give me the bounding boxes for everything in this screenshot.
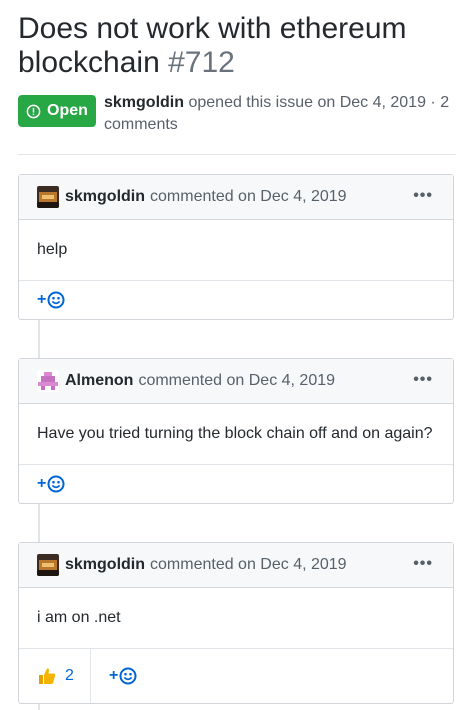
timeline-connector <box>38 504 40 542</box>
comment-author-link[interactable]: skmgoldin <box>65 556 145 574</box>
comment-header: skmgoldin commented on Dec 4, 2019 ••• <box>19 175 453 220</box>
add-reaction-button[interactable]: + <box>19 475 65 493</box>
comment-meta: commented on Dec 4, 2019 <box>150 556 347 573</box>
comment-meta: commented on Dec 4, 2019 <box>138 372 336 389</box>
comment-body: help <box>19 220 453 281</box>
status-badge: Open <box>18 95 96 127</box>
comment-footer: + <box>19 281 453 319</box>
thumbs-up-reaction[interactable]: 2 <box>19 649 91 703</box>
issue-meta: Open skmgoldin opened this issue on Dec … <box>18 92 458 136</box>
header-divider <box>18 154 456 155</box>
comment-header: Almenon commented on Dec 4, 2019 ••• <box>19 359 453 404</box>
kebab-icon[interactable]: ••• <box>413 556 433 572</box>
comment-body: Have you tried turning the block chain o… <box>19 404 453 465</box>
status-label: Open <box>47 102 88 119</box>
add-reaction-button[interactable]: + <box>91 667 137 685</box>
comment-meta: commented on Dec 4, 2019 <box>150 188 347 205</box>
smiley-icon <box>119 667 137 685</box>
smiley-icon <box>47 291 65 309</box>
add-reaction-button[interactable]: + <box>19 291 65 309</box>
comment-card: skmgoldin commented on Dec 4, 2019 ••• h… <box>18 174 454 320</box>
comment-author-link[interactable]: skmgoldin <box>65 188 145 206</box>
kebab-icon[interactable]: ••• <box>413 188 433 204</box>
add-reaction-plus: + <box>37 291 47 308</box>
comment-footer: + <box>19 465 453 503</box>
issue-opened-icon <box>26 104 41 118</box>
timeline-connector <box>38 320 40 358</box>
comment-body: i am on .net <box>19 588 453 649</box>
comment-author-link[interactable]: Almenon <box>65 372 133 390</box>
add-reaction-plus: + <box>37 475 47 492</box>
smiley-icon <box>47 475 65 493</box>
issue-opener-link[interactable]: skmgoldin <box>104 94 184 111</box>
avatar[interactable] <box>37 186 59 208</box>
comment-card: Almenon commented on Dec 4, 2019 ••• Hav… <box>18 358 454 504</box>
thumbs-up-icon <box>39 668 56 684</box>
comment-footer: 2 + <box>19 649 453 703</box>
avatar[interactable] <box>37 370 59 392</box>
thumbs-up-count: 2 <box>65 667 74 684</box>
issue-title: Does not work with ethereum blockchain #… <box>18 12 458 80</box>
avatar[interactable] <box>37 554 59 576</box>
issue-number: #712 <box>168 46 235 79</box>
kebab-icon[interactable]: ••• <box>413 372 433 388</box>
comment-header: skmgoldin commented on Dec 4, 2019 ••• <box>19 543 453 588</box>
comment-card: skmgoldin commented on Dec 4, 2019 ••• i… <box>18 542 454 704</box>
issue-opened-text: skmgoldin opened this issue on Dec 4, 20… <box>104 92 460 136</box>
add-reaction-plus: + <box>109 667 119 684</box>
